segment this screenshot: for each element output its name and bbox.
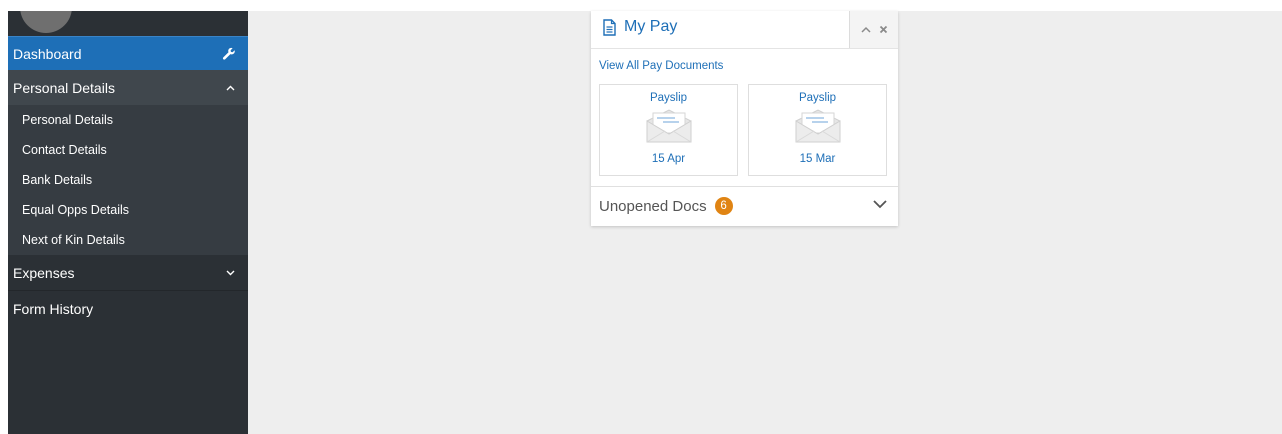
unopened-docs-label: Unopened Docs <box>599 197 707 215</box>
payslip-card[interactable]: Payslip 15 Apr <box>599 84 738 176</box>
wrench-icon[interactable] <box>222 47 236 61</box>
sidebar-subitem-next-of-kin-details[interactable]: Next of Kin Details <box>8 225 248 255</box>
chevron-up-icon <box>224 82 236 94</box>
sidebar-subitem-personal-details[interactable]: Personal Details <box>8 105 248 135</box>
payslip-date: 15 Mar <box>799 153 836 165</box>
sidebar-item-personal-details[interactable]: Personal Details <box>8 70 248 105</box>
payslip-label: Payslip <box>649 92 688 104</box>
payslip-card[interactable]: Payslip 15 Mar <box>748 84 887 176</box>
document-icon <box>602 18 617 36</box>
envelope-icon <box>794 109 842 148</box>
panel-title: My Pay <box>602 18 677 36</box>
top-strip <box>0 0 1282 11</box>
chevron-down-icon[interactable] <box>873 200 887 209</box>
personal-details-submenu: Personal Details Contact Details Bank De… <box>8 105 248 255</box>
sidebar-item-label: Expenses <box>13 264 75 281</box>
sidebar: Dashboard Personal Details Personal Deta… <box>8 11 248 434</box>
close-panel-button[interactable] <box>879 25 888 34</box>
panel-header: My Pay <box>591 11 898 49</box>
envelope-icon <box>645 109 693 148</box>
sidebar-item-label: Form History <box>13 301 94 317</box>
close-icon <box>879 25 888 34</box>
sidebar-item-label: Dashboard <box>13 45 82 62</box>
chevron-down-icon <box>224 267 236 279</box>
unopened-count-badge: 6 <box>714 197 733 215</box>
sidebar-item-dashboard[interactable]: Dashboard <box>8 36 248 70</box>
unopened-docs-toggle[interactable]: Unopened Docs 6 <box>599 197 733 215</box>
sidebar-subitem-equal-opps-details[interactable]: Equal Opps Details <box>8 195 248 225</box>
payslip-label: Payslip <box>798 92 837 104</box>
sidebar-item-form-history[interactable]: Form History <box>8 291 248 327</box>
sidebar-item-label: Personal Details <box>13 79 115 96</box>
my-pay-panel: My Pay View All Pay Documents Payslip 15… <box>591 11 898 226</box>
panel-controls <box>849 11 898 48</box>
sidebar-subitem-contact-details[interactable]: Contact Details <box>8 135 248 165</box>
chevron-up-icon <box>860 26 871 33</box>
panel-divider <box>591 186 898 187</box>
view-all-pay-documents-link[interactable]: View All Pay Documents <box>599 60 723 72</box>
profile-area <box>8 11 248 36</box>
payslip-date: 15 Apr <box>651 153 686 165</box>
panel-title-text: My Pay <box>624 18 678 35</box>
avatar[interactable] <box>20 11 72 33</box>
sidebar-subitem-bank-details[interactable]: Bank Details <box>8 165 248 195</box>
sidebar-item-expenses[interactable]: Expenses <box>8 255 248 291</box>
collapse-panel-button[interactable] <box>860 26 871 33</box>
